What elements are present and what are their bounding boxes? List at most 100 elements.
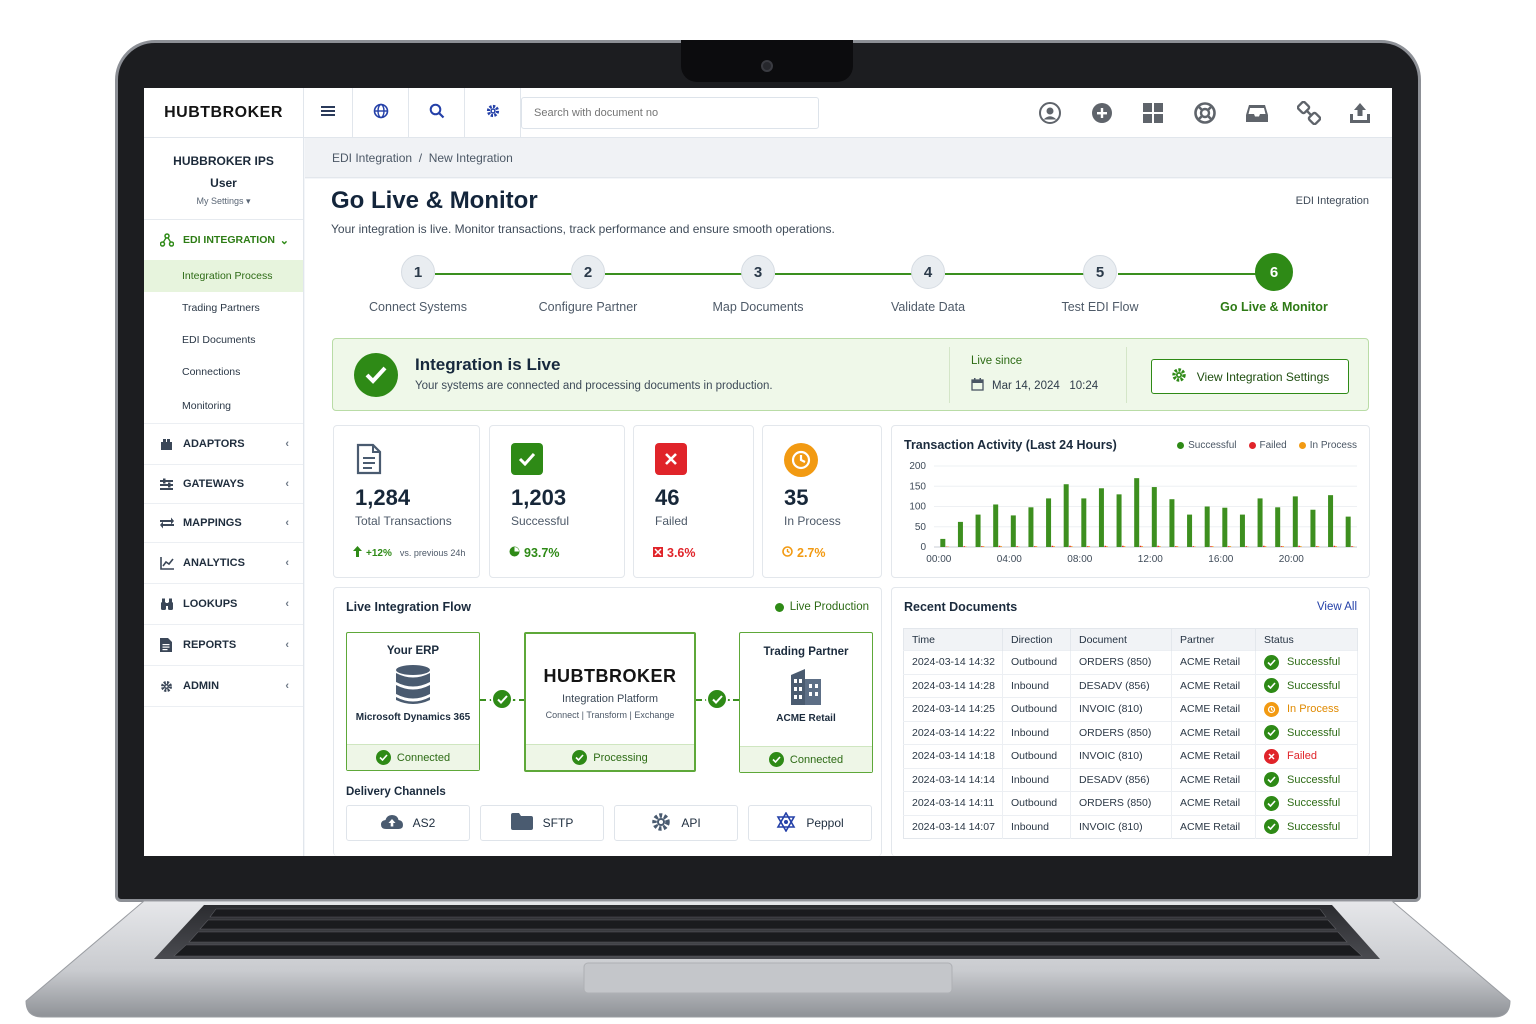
menu-button[interactable]	[304, 88, 353, 138]
x-square-icon	[655, 443, 687, 475]
live-integration-flow-card: Live Integration Flow Live Production Yo…	[333, 587, 882, 856]
table-row[interactable]: 2024-03-14 14:28 Inbound DESADV (856) ACME …	[903, 673, 1358, 698]
sidebar-section-admin[interactable]: ADMIN ‹	[144, 666, 303, 707]
table-row[interactable]: 2024-03-14 14:14 Inbound DESADV (856) ACME …	[903, 767, 1358, 792]
bar-in-process	[1282, 546, 1284, 547]
step-configure-partner[interactable]: 2 Configure Partner	[508, 255, 668, 314]
hub-line1: Integration Platform	[562, 693, 658, 705]
check-icon	[572, 750, 588, 765]
cell-document: DESADV (856)	[1070, 673, 1172, 698]
table-row[interactable]: 2024-03-14 14:18 Outbound INVOIC (810) ACME…	[903, 744, 1358, 768]
sidebar-section-adaptors[interactable]: ADAPTORS ‹	[144, 424, 303, 465]
cell-partner: ACME Retail	[1171, 767, 1256, 792]
erp-name: Microsoft Dynamics 365	[355, 712, 471, 723]
support-lifebuoy-icon[interactable]	[1193, 101, 1217, 125]
view-all-link[interactable]: View All	[1317, 601, 1357, 613]
table-row[interactable]: 2024-03-14 14:32 Outbound ORDERS (850) ACME…	[903, 650, 1358, 674]
cell-direction: Outbound	[1002, 650, 1071, 674]
context-link[interactable]: EDI Integration	[1296, 195, 1369, 207]
status-label: Connected	[396, 751, 451, 764]
step-validate-data[interactable]: 4 Validate Data	[848, 255, 1008, 314]
step-map-documents[interactable]: 3 Map Documents	[678, 255, 838, 314]
error-icon	[653, 546, 663, 560]
bar-failed	[1157, 545, 1159, 547]
integration-link-icon[interactable]	[1297, 101, 1321, 125]
page-content: Go Live & Monitor Your integration is li…	[305, 179, 1392, 856]
live-title: Integration is Live	[415, 355, 561, 374]
bar-successful	[1187, 514, 1193, 547]
bar-failed	[1351, 546, 1353, 547]
upload-icon[interactable]	[1348, 101, 1372, 125]
x-tick-label: 00:00	[926, 554, 951, 565]
table-row[interactable]: 2024-03-14 14:22 Inbound ORDERS (850) ACME …	[903, 720, 1358, 745]
sidebar-item-connections[interactable]: Connections	[144, 356, 303, 388]
view-integration-settings-button[interactable]: View Integration Settings	[1151, 359, 1349, 394]
column-header-document: Document	[1070, 628, 1172, 651]
sidebar-section-gateways[interactable]: GATEWAYS ‹	[144, 465, 303, 504]
step-label: Map Documents	[712, 300, 804, 314]
user-account-icon[interactable]	[1038, 101, 1062, 125]
inbox-icon[interactable]	[1245, 101, 1269, 125]
status-badge: Failed	[1264, 748, 1357, 764]
bar-failed	[963, 546, 966, 547]
sidebar-section-analytics[interactable]: ANALYTICS ‹	[144, 543, 303, 584]
y-tick-label: 150	[909, 481, 926, 492]
table-header: Time Direction Document Partner Status	[903, 628, 1358, 651]
failed-x-icon	[1264, 748, 1279, 764]
step-label: Configure Partner	[538, 300, 638, 314]
cell-direction: Inbound	[1002, 767, 1071, 792]
search-button[interactable]	[409, 88, 465, 138]
kpi-in-process: 35 In Process 2.7%	[762, 425, 882, 578]
bar-in-process	[1211, 546, 1214, 547]
sidebar-section-edi-integration[interactable]: EDI INTEGRATION ⌄	[144, 220, 303, 260]
sidebar-item-trading-partners[interactable]: Trading Partners	[144, 292, 303, 324]
add-circle-icon[interactable]	[1090, 101, 1114, 125]
hub-node[interactable]: HUBTBROKER Integration Platform Connect …	[524, 632, 696, 772]
cell-time: 2024-03-14 14:18	[903, 744, 1003, 768]
sidebar-section-mappings[interactable]: MAPPINGS ‹	[144, 504, 303, 543]
status-label: Successful	[1287, 797, 1341, 810]
channel-sftp[interactable]: SFTP	[480, 805, 604, 841]
hub-logo: HUBTBROKER	[543, 666, 677, 686]
erp-status: Connected	[347, 744, 479, 770]
sidebar-section-label: ADAPTORS	[183, 438, 245, 450]
step-go-live-monitor[interactable]: 6 Go Live & Monitor	[1194, 253, 1354, 314]
clock-icon	[782, 546, 793, 560]
search-input[interactable]	[521, 97, 819, 129]
channel-peppol[interactable]: Peppol	[748, 805, 872, 841]
cloud-upload-icon	[380, 814, 403, 833]
channel-api[interactable]: API	[614, 805, 738, 841]
kpi-label: In Process	[784, 514, 841, 528]
sidebar-section-lookups[interactable]: LOOKUPS ‹	[144, 584, 303, 625]
my-settings-link[interactable]: My Settings ▾	[144, 196, 303, 207]
kpi-total-transactions: 1,284 Total Transactions +12% vs. previo…	[333, 425, 480, 578]
status-label: Live Production	[789, 601, 869, 613]
kpi-label: Failed	[655, 514, 688, 528]
erp-node[interactable]: Your ERP Microsoft Dynamics 365 Connecte…	[346, 632, 480, 771]
table-row[interactable]: 2024-03-14 14:25 Outbound INVOIC (810) ACME…	[903, 697, 1358, 721]
step-connect-systems[interactable]: 1 Connect Systems	[338, 255, 498, 314]
channel-as2[interactable]: AS2	[346, 805, 470, 841]
kpi-value: 46	[655, 485, 680, 510]
trading-partner-node[interactable]: Trading Partner ACME Retail Connected	[739, 632, 873, 773]
sidebar-item-monitoring[interactable]: Monitoring	[144, 388, 303, 424]
bar-in-process	[1088, 546, 1091, 547]
bar-successful	[1151, 487, 1157, 547]
apps-grid-icon[interactable]	[1141, 101, 1165, 125]
bar-failed	[1086, 546, 1089, 547]
status-label: Connected	[789, 753, 844, 766]
kpi-label: Total Transactions	[355, 514, 452, 528]
sidebar-item-integration-process[interactable]: Integration Process	[144, 260, 303, 292]
step-test-edi-flow[interactable]: 5 Test EDI Flow	[1020, 255, 1180, 314]
brand-logo[interactable]: HUBTBROKER	[144, 88, 304, 138]
table-row[interactable]: 2024-03-14 14:07 Inbound INVOIC (810) ACME …	[903, 814, 1358, 839]
language-button[interactable]	[353, 88, 409, 138]
hamburger-icon	[321, 104, 335, 122]
sidebar-section-reports[interactable]: REPORTS ‹	[144, 625, 303, 666]
adaptor-icon	[160, 437, 174, 451]
page-title: Go Live & Monitor	[331, 187, 538, 214]
sidebar-item-edi-documents[interactable]: EDI Documents	[144, 324, 303, 356]
breadcrumb[interactable]: EDI Integration / New Integration	[305, 138, 1392, 178]
table-row[interactable]: 2024-03-14 14:11 Outbound ORDERS (850) ACME…	[903, 791, 1358, 815]
settings-button[interactable]	[465, 88, 521, 138]
